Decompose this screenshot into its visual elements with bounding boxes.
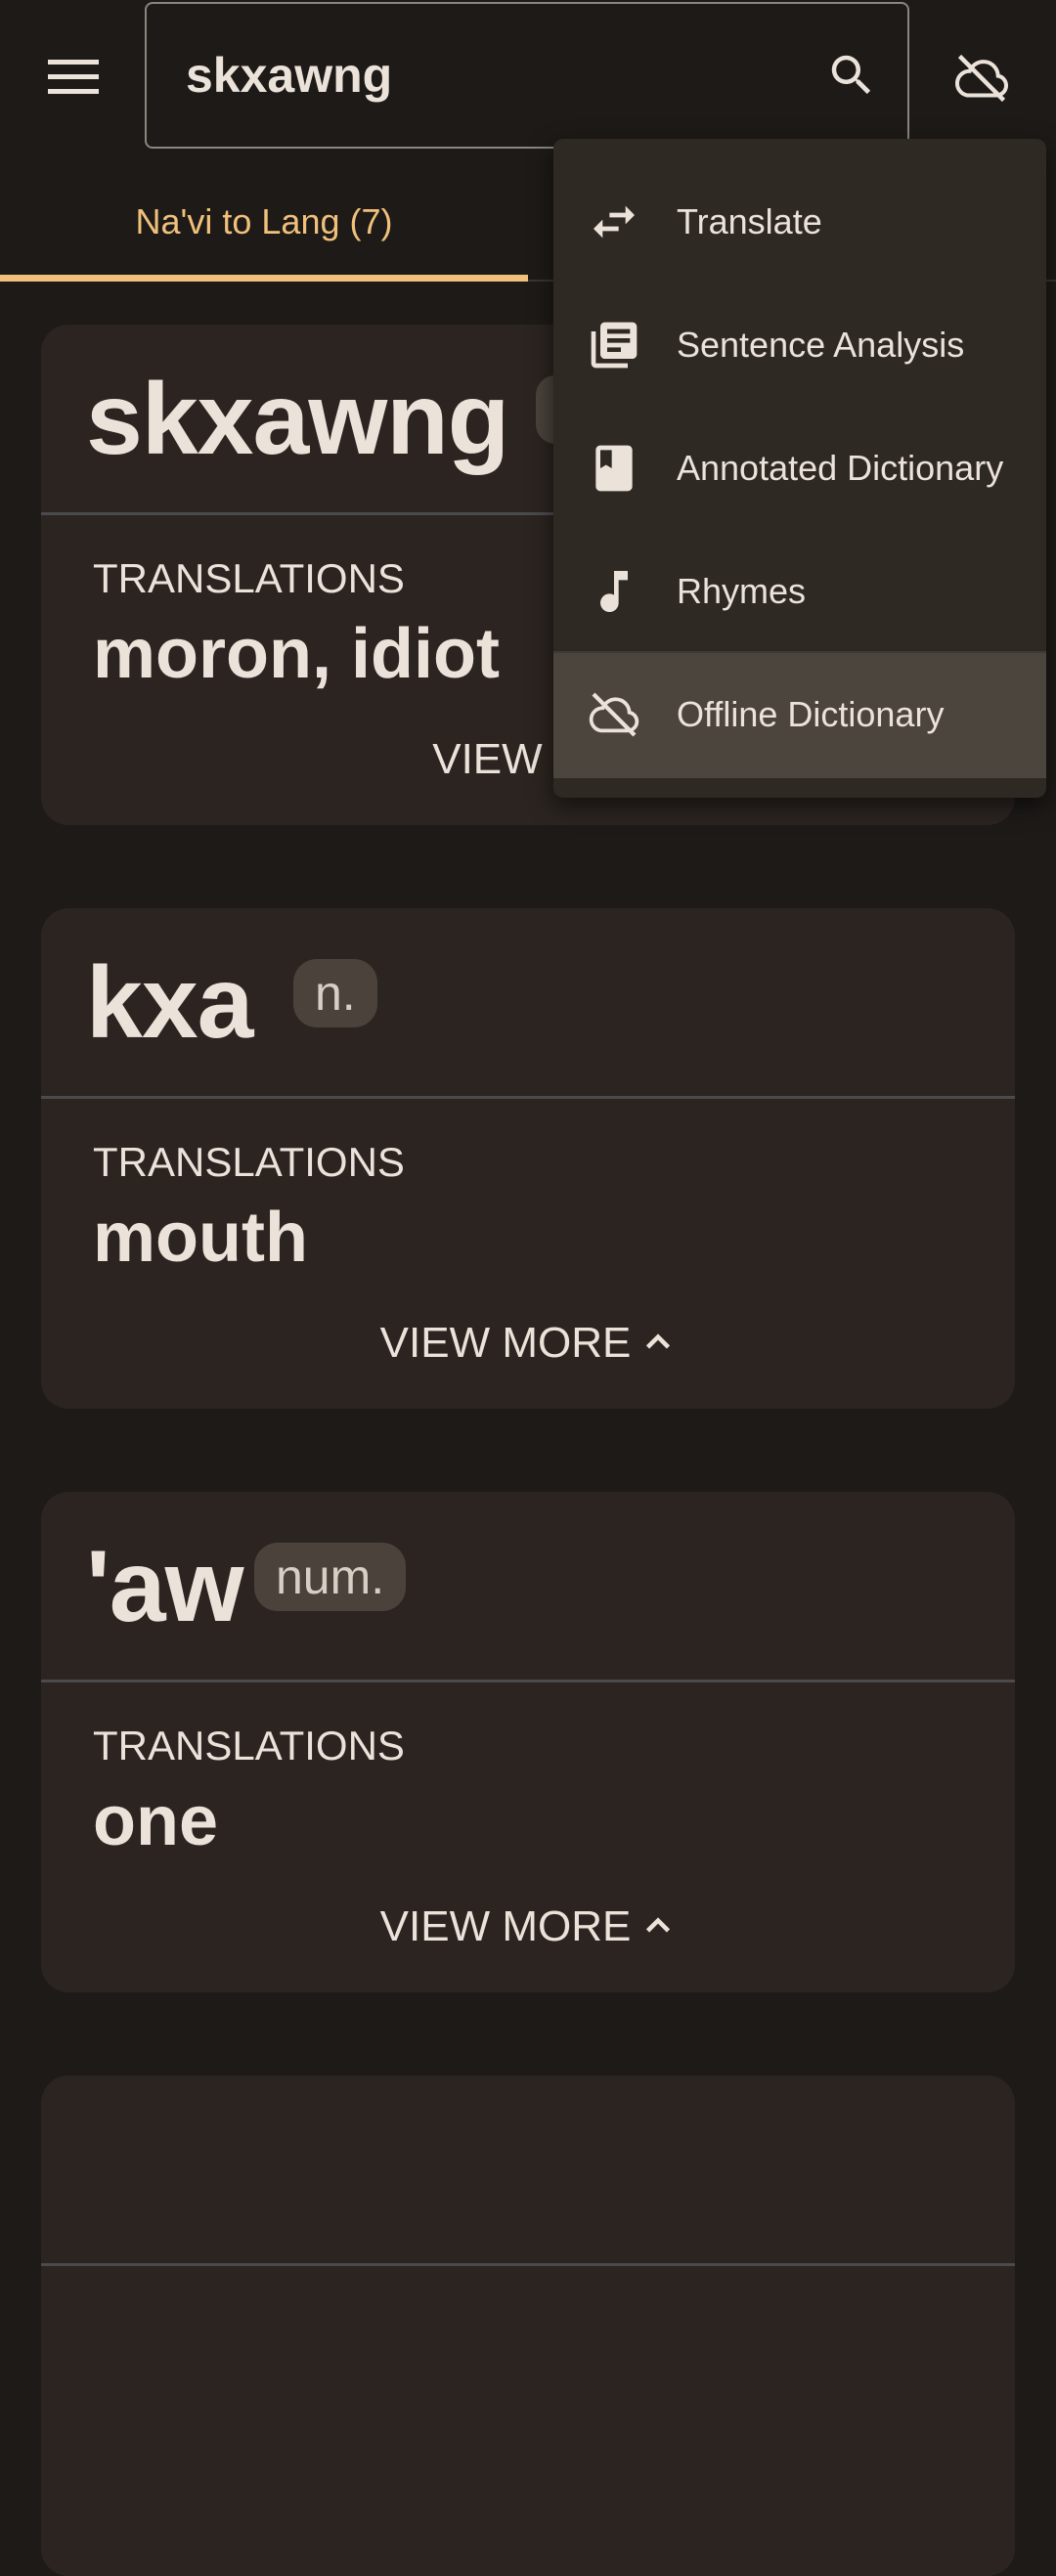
card-header: 'aw num. bbox=[41, 1492, 1015, 1682]
tab-label: Na'vi to Lang (7) bbox=[135, 201, 393, 241]
view-more-button[interactable]: VIEW MORE bbox=[41, 1319, 1015, 1368]
app-bar: skxawng bbox=[0, 0, 1056, 156]
menu-button[interactable] bbox=[41, 45, 106, 109]
menu-item-annotated-dictionary[interactable]: Annotated Dictionary bbox=[553, 407, 1046, 530]
article-icon bbox=[585, 316, 643, 374]
offline-toggle-button[interactable] bbox=[948, 49, 1015, 112]
translations-label: TRANSLATIONS bbox=[93, 1723, 405, 1768]
search-input[interactable]: skxawng bbox=[145, 2, 909, 149]
result-card: kxa n. TRANSLATIONS mouth VIEW MORE bbox=[41, 908, 1015, 1409]
cloud-off-icon bbox=[585, 685, 643, 744]
translation-value: moron, idiot bbox=[93, 615, 500, 693]
pos-badge: n. bbox=[293, 959, 377, 1027]
menu-item-translate[interactable]: Translate bbox=[553, 160, 1046, 284]
swap-arrows-icon bbox=[585, 193, 643, 251]
menu-item-offline-dictionary[interactable]: Offline Dictionary bbox=[553, 653, 1046, 778]
menu-item-label: Translate bbox=[677, 201, 822, 241]
result-word: kxa bbox=[86, 946, 254, 1060]
translation-value: mouth bbox=[93, 1199, 308, 1277]
menu-item-label: Sentence Analysis bbox=[677, 325, 965, 365]
result-card bbox=[41, 2075, 1015, 2576]
hamburger-icon bbox=[48, 60, 99, 94]
menu-item-label: Rhymes bbox=[677, 571, 807, 611]
menu-item-label: Offline Dictionary bbox=[677, 694, 945, 734]
menu-item-rhymes[interactable]: Rhymes bbox=[553, 530, 1046, 653]
translations-label: TRANSLATIONS bbox=[93, 555, 405, 601]
result-word: 'aw bbox=[86, 1530, 243, 1643]
card-header bbox=[41, 2075, 1015, 2266]
view-more-label: VIEW MORE bbox=[379, 1319, 632, 1367]
menu-item-sentence-analysis[interactable]: Sentence Analysis bbox=[553, 284, 1046, 407]
translation-value: one bbox=[93, 1782, 219, 1860]
tab-indicator bbox=[0, 275, 528, 282]
chevron-up-icon bbox=[646, 1917, 671, 1933]
menu-item-label: Annotated Dictionary bbox=[677, 448, 1004, 488]
music-note-icon bbox=[585, 562, 643, 621]
translations-label: TRANSLATIONS bbox=[93, 1139, 405, 1185]
view-more-button[interactable]: VIEW MORE bbox=[41, 1902, 1015, 1951]
view-more-label: VIEW MORE bbox=[379, 1902, 632, 1950]
tab-navi-to-lang[interactable]: Na'vi to Lang (7) bbox=[0, 156, 528, 284]
overflow-menu: Translate Sentence Analysis Annotated Di… bbox=[553, 139, 1046, 798]
pos-badge: num. bbox=[254, 1543, 407, 1611]
result-word: skxawng bbox=[86, 363, 509, 476]
chevron-up-icon bbox=[646, 1333, 671, 1349]
result-card: 'aw num. TRANSLATIONS one VIEW MORE bbox=[41, 1492, 1015, 1992]
book-icon bbox=[585, 439, 643, 498]
card-header: kxa n. bbox=[41, 908, 1015, 1099]
search-query[interactable]: skxawng bbox=[186, 47, 392, 104]
cloud-off-icon bbox=[954, 54, 1008, 103]
search-icon[interactable] bbox=[825, 49, 878, 102]
